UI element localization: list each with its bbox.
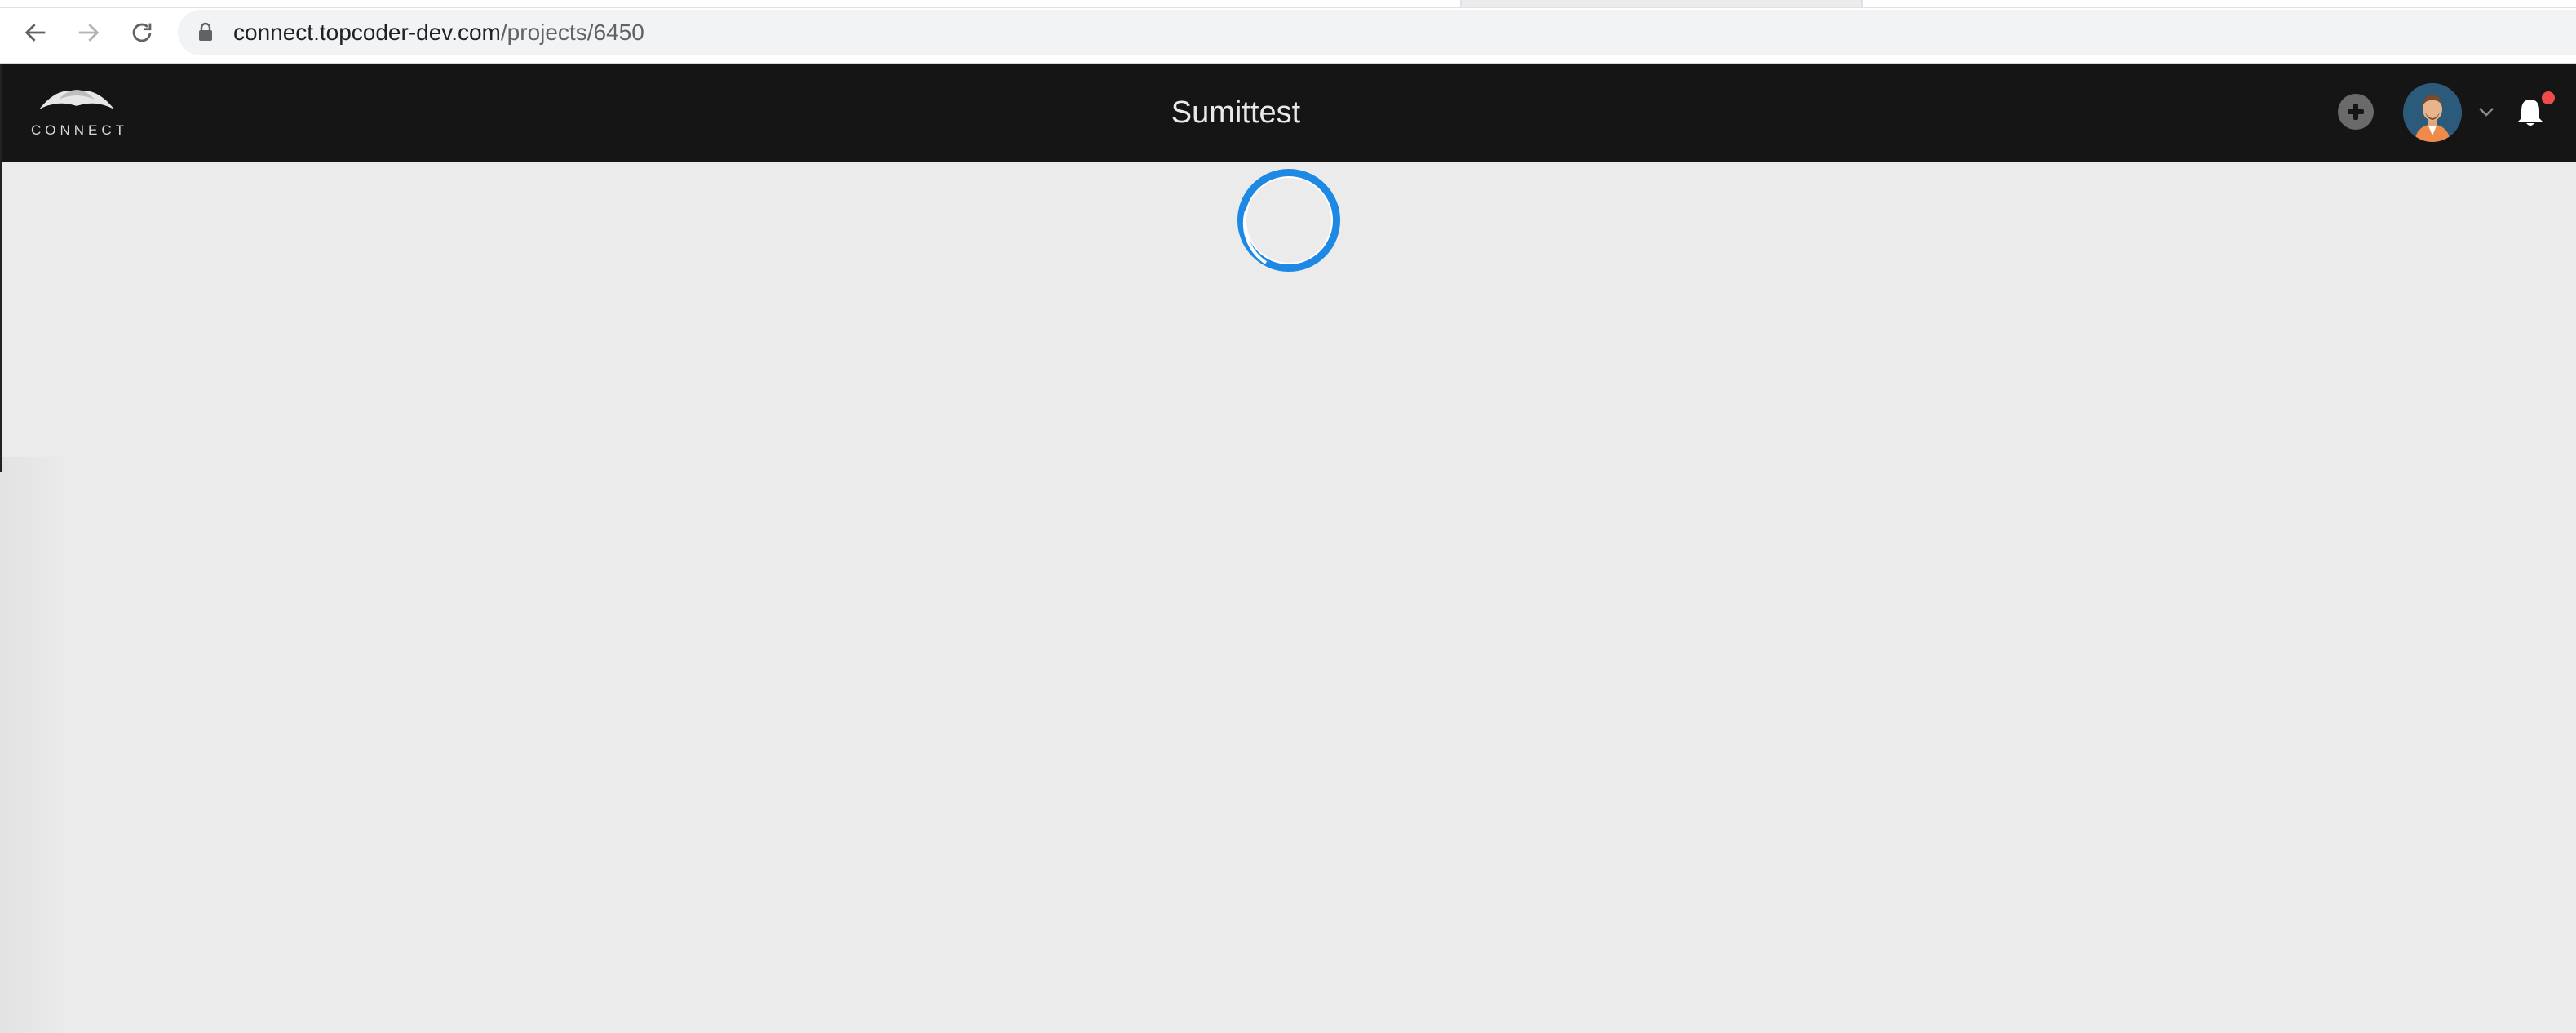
app-header: CONNECT Sumittest — [0, 64, 2576, 162]
notification-badge — [2542, 91, 2555, 104]
main-content — [0, 162, 2576, 1033]
reload-button[interactable] — [124, 15, 160, 51]
avatar-image — [2403, 83, 2462, 142]
forward-arrow-icon — [78, 24, 100, 42]
loading-spinner-icon — [1237, 169, 1340, 272]
url-path: /projects/6450 — [500, 20, 644, 45]
forward-button[interactable] — [70, 15, 106, 51]
bell-icon[interactable] — [2516, 96, 2545, 129]
back-arrow-icon — [24, 24, 46, 42]
tab-strip — [0, 0, 2576, 8]
lock-icon — [199, 22, 212, 41]
url-host: connect.topcoder-dev.com — [233, 20, 501, 45]
reload-icon — [132, 23, 152, 42]
avatar[interactable] — [2403, 83, 2462, 142]
url-text[interactable]: connect.topcoder-dev.com/projects/6450 — [233, 16, 644, 49]
add-icon[interactable] — [2338, 94, 2374, 130]
page-title: Sumittest — [1171, 95, 1301, 130]
connect-logo-icon — [39, 90, 114, 109]
logo-text: CONNECT — [31, 122, 129, 138]
back-button[interactable] — [18, 15, 54, 51]
browser-toolbar: connect.topcoder-dev.com/projects/6450 — [0, 0, 2576, 64]
chevron-down-icon[interactable] — [2476, 104, 2496, 119]
window-edge — [0, 64, 2, 472]
side-panel-edge — [0, 457, 69, 1033]
connect-logo[interactable]: CONNECT — [31, 82, 129, 144]
